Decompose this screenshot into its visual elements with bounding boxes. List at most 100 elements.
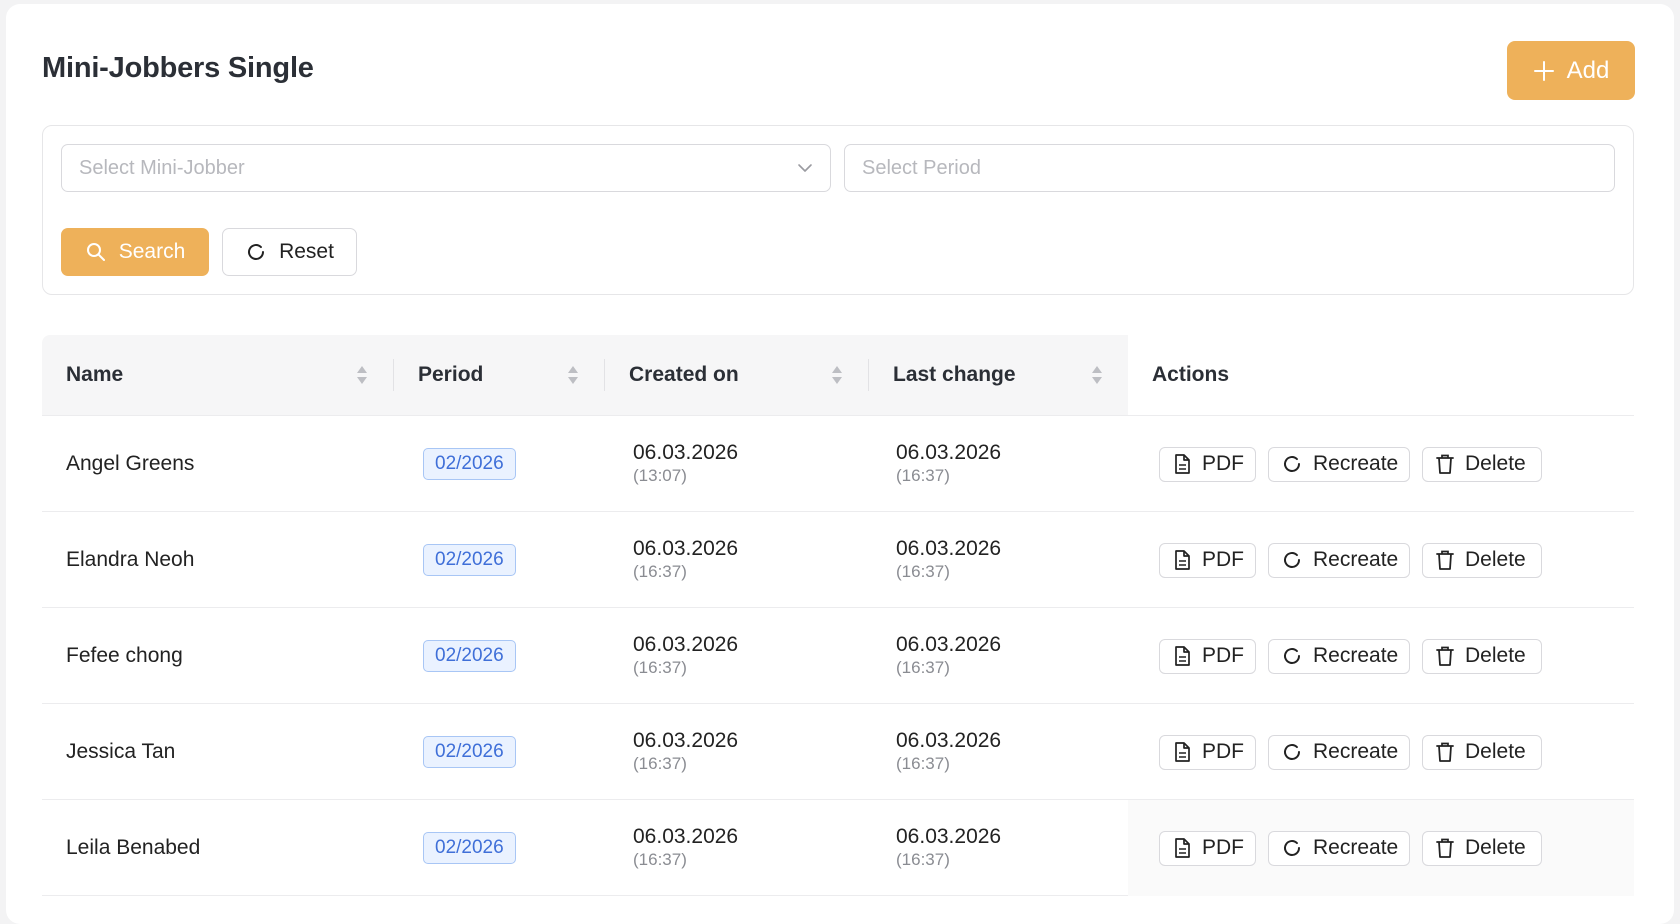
pdf-button-label: PDF xyxy=(1202,740,1244,763)
row-name: Fefee chong xyxy=(66,644,183,667)
changed-time: (16:37) xyxy=(896,466,950,485)
sort-icon[interactable] xyxy=(566,363,580,393)
delete-button[interactable]: Delete xyxy=(1422,638,1542,674)
column-header-actions: Actions xyxy=(1128,335,1634,415)
created-time: (16:37) xyxy=(633,850,687,869)
row-name: Leila Benabed xyxy=(66,836,201,859)
row-period: 02/2026 xyxy=(423,704,516,800)
pdf-button-label: PDF xyxy=(1202,836,1244,859)
row-period: 02/2026 xyxy=(423,512,516,608)
column-header-period-label: Period xyxy=(418,363,484,386)
period-tag: 02/2026 xyxy=(423,448,516,480)
trash-icon xyxy=(1435,645,1455,667)
sort-icon[interactable] xyxy=(830,363,844,393)
created-date: 06.03.2026 xyxy=(633,729,739,752)
created-date: 06.03.2026 xyxy=(633,537,739,560)
recreate-button-label: Recreate xyxy=(1313,548,1399,571)
trash-icon xyxy=(1435,741,1455,763)
pdf-button[interactable]: PDF xyxy=(1159,734,1256,770)
table-row: Jessica Tan 02/2026 06.03.2026 (16:37) 0… xyxy=(42,704,1634,800)
delete-button[interactable]: Delete xyxy=(1422,446,1542,482)
reload-icon xyxy=(1281,453,1303,475)
reload-icon xyxy=(1281,645,1303,667)
pdf-button[interactable]: PDF xyxy=(1159,638,1256,674)
sort-icon[interactable] xyxy=(355,363,369,393)
reset-button-label: Reset xyxy=(279,240,334,263)
created-time: (16:37) xyxy=(633,658,687,677)
created-time: (16:37) xyxy=(633,754,687,773)
recreate-button[interactable]: Recreate xyxy=(1268,638,1410,674)
column-header-created-label: Created on xyxy=(629,363,739,386)
jobbers-table: Name Period Created on Last change Actio… xyxy=(42,335,1634,896)
recreate-button[interactable]: Recreate xyxy=(1268,446,1410,482)
row-last-change: 06.03.2026 (16:37) xyxy=(896,704,1001,800)
row-created: 06.03.2026 (16:37) xyxy=(633,704,738,800)
search-button[interactable]: Search xyxy=(61,228,209,276)
column-header-last-change[interactable]: Last change xyxy=(869,335,1128,415)
reload-icon xyxy=(1281,549,1303,571)
pdf-button-label: PDF xyxy=(1202,644,1244,667)
delete-button-label: Delete xyxy=(1465,836,1526,859)
changed-time: (16:37) xyxy=(896,850,950,869)
changed-date: 06.03.2026 xyxy=(896,825,1002,848)
row-last-change: 06.03.2026 (16:37) xyxy=(896,512,1001,608)
chevron-down-icon xyxy=(796,159,814,183)
add-button-label: Add xyxy=(1566,56,1610,84)
mini-jobber-select-placeholder: Select Mini-Jobber xyxy=(79,156,245,179)
column-header-period[interactable]: Period xyxy=(394,335,604,415)
plus-icon xyxy=(1533,60,1555,82)
delete-button[interactable]: Delete xyxy=(1422,830,1542,866)
sort-icon[interactable] xyxy=(1090,363,1104,393)
pdf-button[interactable]: PDF xyxy=(1159,446,1256,482)
trash-icon xyxy=(1435,837,1455,859)
search-button-label: Search xyxy=(118,240,186,263)
table-row: Angel Greens 02/2026 06.03.2026 (13:07) … xyxy=(42,416,1634,512)
pdf-button-label: PDF xyxy=(1202,452,1244,475)
created-time: (13:07) xyxy=(633,466,687,485)
recreate-button[interactable]: Recreate xyxy=(1268,830,1410,866)
file-text-icon xyxy=(1172,645,1192,667)
row-actions: PDF Recreate Delete xyxy=(1159,704,1542,800)
pdf-button[interactable]: PDF xyxy=(1159,830,1256,866)
recreate-button[interactable]: Recreate xyxy=(1268,734,1410,770)
delete-button[interactable]: Delete xyxy=(1422,542,1542,578)
recreate-button-label: Recreate xyxy=(1313,452,1399,475)
row-actions: PDF Recreate Delete xyxy=(1159,512,1542,608)
changed-time: (16:37) xyxy=(896,658,950,677)
period-tag: 02/2026 xyxy=(423,640,516,672)
row-created: 06.03.2026 (16:37) xyxy=(633,512,738,608)
changed-time: (16:37) xyxy=(896,754,950,773)
trash-icon xyxy=(1435,549,1455,571)
recreate-button-label: Recreate xyxy=(1313,836,1399,859)
mini-jobber-select[interactable]: Select Mini-Jobber xyxy=(61,144,831,192)
trash-icon xyxy=(1435,453,1455,475)
row-name: Jessica Tan xyxy=(66,740,176,763)
period-select[interactable]: Select Period xyxy=(844,144,1615,192)
row-period: 02/2026 xyxy=(423,800,516,896)
row-period: 02/2026 xyxy=(423,608,516,704)
delete-button[interactable]: Delete xyxy=(1422,734,1542,770)
add-button[interactable]: Add xyxy=(1507,41,1635,100)
row-created: 06.03.2026 (13:07) xyxy=(633,416,738,512)
column-header-name[interactable]: Name xyxy=(42,335,393,415)
file-text-icon xyxy=(1172,741,1192,763)
row-created: 06.03.2026 (16:37) xyxy=(633,608,738,704)
pdf-button[interactable]: PDF xyxy=(1159,542,1256,578)
row-actions: PDF Recreate Delete xyxy=(1159,416,1542,512)
main-card: Mini-Jobbers Single Add Select Mini-Jobb… xyxy=(6,4,1674,924)
column-header-created[interactable]: Created on xyxy=(605,335,868,415)
recreate-button[interactable]: Recreate xyxy=(1268,542,1410,578)
changed-time: (16:37) xyxy=(896,562,950,581)
reload-icon xyxy=(245,241,267,263)
reset-button[interactable]: Reset xyxy=(222,228,357,276)
period-tag: 02/2026 xyxy=(423,832,516,864)
table-body: Angel Greens 02/2026 06.03.2026 (13:07) … xyxy=(42,416,1634,896)
changed-date: 06.03.2026 xyxy=(896,729,1002,752)
row-last-change: 06.03.2026 (16:37) xyxy=(896,416,1001,512)
created-time: (16:37) xyxy=(633,562,687,581)
created-date: 06.03.2026 xyxy=(633,633,739,656)
created-date: 06.03.2026 xyxy=(633,441,739,464)
search-icon xyxy=(85,241,107,263)
reload-icon xyxy=(1281,741,1303,763)
changed-date: 06.03.2026 xyxy=(896,441,1002,464)
